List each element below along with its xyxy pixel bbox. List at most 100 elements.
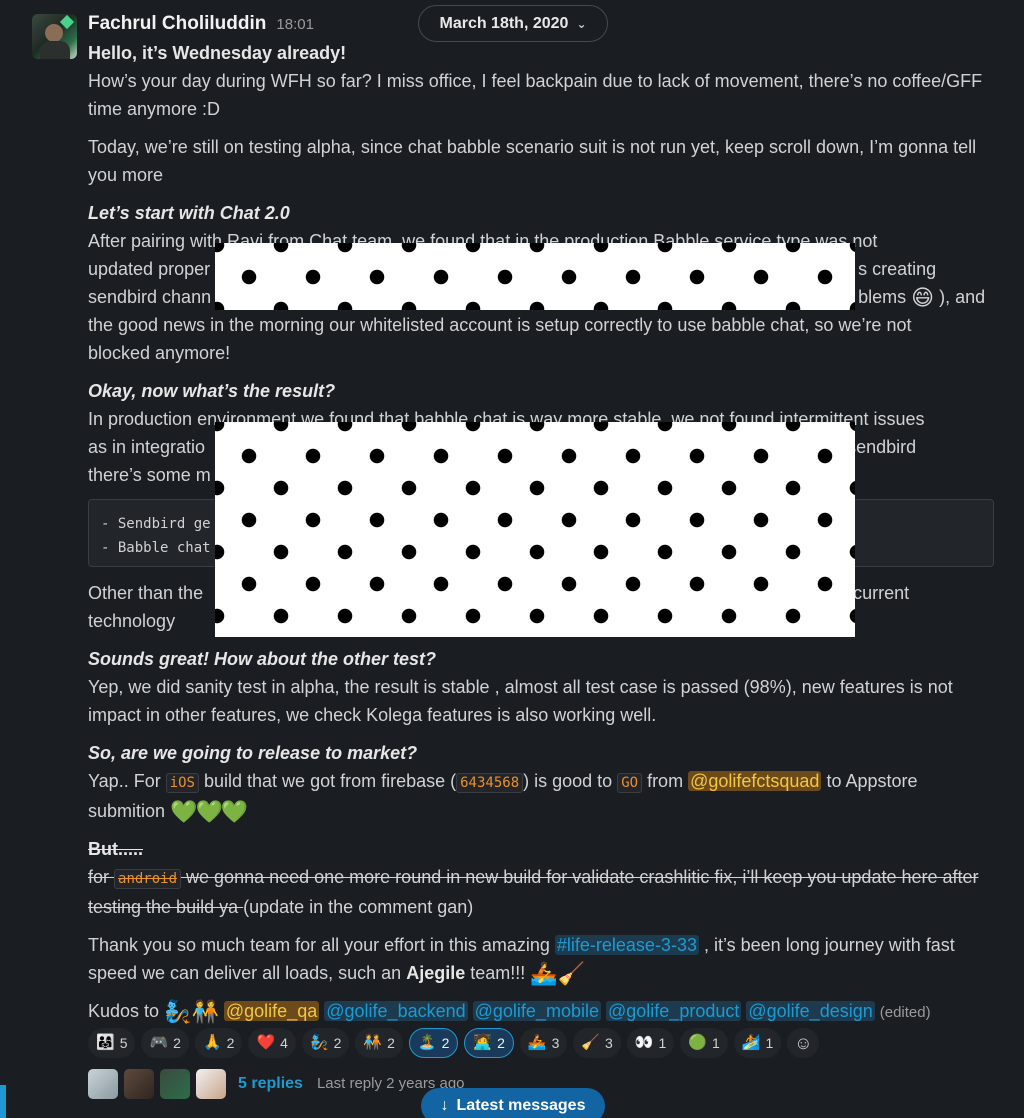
- android-code: android: [114, 869, 182, 889]
- greeting-title: Hello, it’s Wednesday already!: [88, 43, 347, 63]
- reaction-emoji-icon: ❤️: [256, 1034, 276, 1051]
- section-title-other-test: Sounds great! How about the other test?: [88, 649, 437, 669]
- mention-golifefctsquad[interactable]: @golifefctsquad: [688, 771, 822, 791]
- reaction-emoji-icon: 👀: [634, 1034, 654, 1051]
- chat-line-3-left: sendbird chann: [88, 287, 212, 307]
- release-text-e: to Appstore: [821, 771, 918, 791]
- message-timestamp[interactable]: 18:01: [276, 11, 314, 39]
- android-text: for android we gonna need one more round…: [88, 863, 1000, 921]
- rowing-broom-emoji-icon: 🚣🧹: [530, 961, 586, 987]
- reaction-count: 2: [173, 1035, 181, 1051]
- thread-summary[interactable]: 5 replies Last reply 2 years ago: [88, 1069, 465, 1099]
- result-after-right: current: [853, 583, 910, 603]
- reaction-emoji-icon: 🧞: [309, 1034, 329, 1051]
- chat-line-3-end: ), and: [939, 287, 986, 307]
- section-title-result: Okay, now what’s the result?: [88, 381, 336, 401]
- add-reaction-icon[interactable]: ☺: [787, 1028, 820, 1058]
- mention-golife-mobile[interactable]: @golife_mobile: [472, 1001, 601, 1021]
- but-title: But.....: [88, 839, 143, 859]
- release-text-d: from: [642, 771, 689, 791]
- team-emoji-icon: 🧞🧑‍🤝‍🧑: [164, 999, 219, 1025]
- release-text-f: submition: [88, 801, 166, 821]
- reaction-count: 2: [333, 1035, 342, 1051]
- reaction-pill[interactable]: 🎮 2: [141, 1028, 189, 1058]
- reaction-count: 5: [119, 1035, 128, 1051]
- green-hearts-icon: 💚💚💚: [170, 799, 248, 825]
- thanks-text: Thank you so much team for all your effo…: [88, 931, 1000, 987]
- release-text: Yap.. For iOS build that we got from fir…: [88, 767, 1000, 797]
- intro-text: Today, we’re still on testing alpha, sin…: [88, 137, 977, 185]
- message-header: Fachrul Choliluddin 18:01: [88, 10, 314, 38]
- reaction-pill[interactable]: 🏄 1: [733, 1028, 782, 1058]
- reaction-count: 1: [765, 1035, 774, 1051]
- reaction-emoji-icon: 👨‍👩‍👧: [96, 1034, 115, 1051]
- reaction-count: 2: [497, 1035, 505, 1051]
- thanks-text-a: Thank you so much team for all your effo…: [88, 935, 555, 955]
- reaction-emoji-icon: 🚣: [527, 1034, 547, 1051]
- release-text-a: Yap.. For: [88, 771, 166, 791]
- reaction-emoji-icon: 🧑‍💻: [473, 1034, 493, 1051]
- grin-emoji-icon: 😄: [911, 285, 935, 311]
- greeting-text: How’s your day during WFH so far? I miss…: [88, 71, 983, 119]
- reply-avatar: [160, 1069, 190, 1099]
- mention-golife-product[interactable]: @golife_product: [606, 1001, 742, 1021]
- ios-code: iOS: [165, 773, 199, 793]
- reaction-emoji-icon: 🧑‍🤝‍🧑: [363, 1034, 383, 1051]
- reaction-bar: 👨‍👩‍👧 5 🎮 2 🙏 2 ❤️ 4 🧞 2 🧑‍🤝‍🧑 2 🏝️ 2 🧑‍💻 2 🚣 3 🧹 3 👀 1 🟢 1 🏄 1 ☺: [88, 1028, 820, 1058]
- release-text-b: build that we got from firebase (: [199, 771, 457, 791]
- other-test-text: Yep, we did sanity test in alpha, the re…: [88, 677, 953, 725]
- chat-line-5: blocked anymore!: [88, 343, 231, 363]
- mention-golife-backend[interactable]: @golife_backend: [324, 1001, 468, 1021]
- date-label: March 18th, 2020: [439, 14, 569, 32]
- reply-avatar: [124, 1069, 154, 1099]
- reaction-pill[interactable]: 🚣 3: [519, 1028, 568, 1058]
- redaction-overlay: [215, 243, 855, 310]
- reaction-count: 2: [441, 1035, 450, 1051]
- kudos-line: Kudos to 🧞🧑‍🤝‍🧑 @golife_qa @golife_backe…: [88, 997, 1000, 1027]
- section-title-release: So, are we going to release to market?: [88, 743, 418, 763]
- edited-label: (edited): [879, 1004, 931, 1021]
- reaction-emoji-icon: 🎮: [149, 1034, 169, 1051]
- reaction-count: 3: [605, 1035, 613, 1051]
- reaction-pill[interactable]: 🟢 1: [680, 1028, 728, 1058]
- chevron-down-icon: ⌄: [576, 16, 587, 31]
- reply-avatar: [196, 1069, 226, 1099]
- date-divider-button[interactable]: March 18th, 2020 ⌄: [418, 5, 608, 42]
- reaction-pill[interactable]: ❤️ 4: [248, 1028, 296, 1058]
- reaction-emoji-icon: 🧹: [581, 1034, 601, 1051]
- release-text-2: submition 💚💚💚: [88, 797, 1000, 825]
- reaction-pill[interactable]: 🧑‍🤝‍🧑 2: [355, 1028, 403, 1058]
- reaction-pill[interactable]: 🏝️ 2: [408, 1028, 459, 1058]
- mention-golife-qa[interactable]: @golife_qa: [223, 1001, 320, 1021]
- chat-line-2-left: updated proper: [88, 259, 211, 279]
- reaction-pill[interactable]: 👨‍👩‍👧 5: [88, 1028, 136, 1058]
- reaction-pill[interactable]: 👀 1: [626, 1028, 675, 1058]
- reply-avatar: [88, 1069, 118, 1099]
- chat-line-3-right: blems: [858, 287, 907, 307]
- reaction-emoji-icon: 🏄: [741, 1034, 761, 1051]
- reaction-count: 3: [551, 1035, 560, 1051]
- reaction-pill[interactable]: 🧑‍💻 2: [464, 1028, 514, 1058]
- reaction-pill[interactable]: 🙏 2: [194, 1028, 243, 1058]
- ajegile-bold: Ajegile: [406, 963, 466, 983]
- section-title-chat: Let’s start with Chat 2.0: [88, 203, 290, 223]
- chat-line-4: the good news in the morning our whiteli…: [88, 315, 912, 335]
- replies-link[interactable]: 5 replies: [238, 1070, 303, 1098]
- go-code: GO: [617, 773, 643, 793]
- reaction-pill[interactable]: 🧹 3: [573, 1028, 621, 1058]
- channel-link[interactable]: #life-release-3-33: [554, 935, 699, 955]
- build-number-code: 6434568: [456, 773, 524, 793]
- reaction-pill[interactable]: 🧞 2: [301, 1028, 350, 1058]
- reaction-count: 1: [658, 1035, 667, 1051]
- thanks-text-c: team!!!: [465, 963, 526, 983]
- reaction-count: 2: [226, 1035, 235, 1051]
- redaction-overlay: [215, 422, 855, 637]
- result-after-left: Other than the: [88, 583, 204, 603]
- latest-messages-button[interactable]: ↓ Latest messages: [421, 1088, 605, 1118]
- reaction-emoji-icon: 🟢: [688, 1034, 708, 1051]
- mention-golife-design[interactable]: @golife_design: [746, 1001, 875, 1021]
- latest-messages-label: Latest messages: [456, 1097, 586, 1114]
- author-name[interactable]: Fachrul Choliluddin: [88, 10, 266, 38]
- reaction-count: 1: [712, 1035, 720, 1051]
- author-avatar[interactable]: [32, 14, 77, 59]
